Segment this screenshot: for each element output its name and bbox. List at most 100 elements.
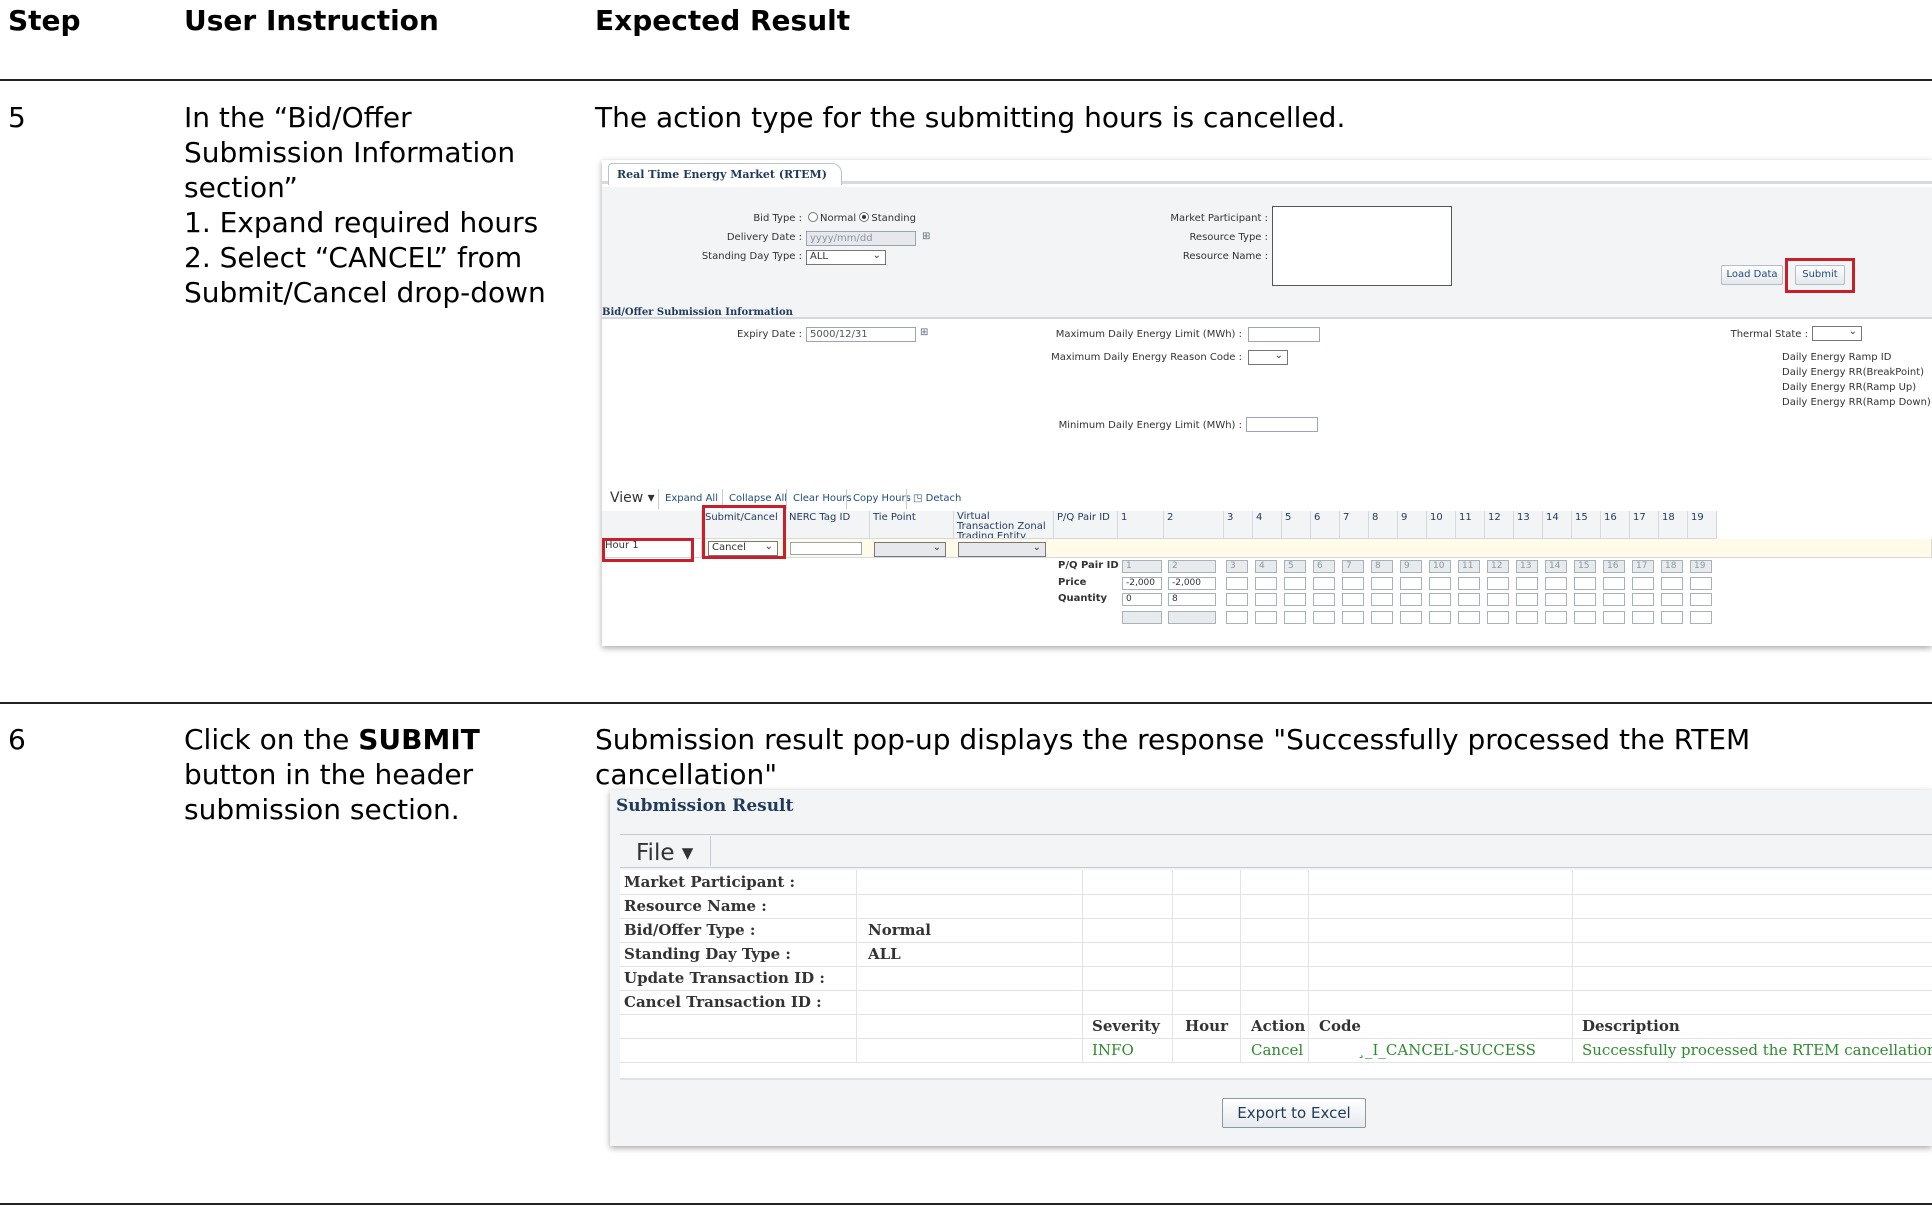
detach-button[interactable]: ◳ Detach [906, 489, 967, 509]
row-divider [620, 894, 1932, 895]
max-energy-limit-input[interactable] [1248, 327, 1320, 342]
load-data-button[interactable]: Load Data [1721, 265, 1783, 285]
calendar-icon[interactable]: ⊞ [922, 231, 936, 243]
row-divider [620, 918, 1932, 919]
empty-hour-cell[interactable] [1400, 593, 1422, 606]
empty-hour-cell[interactable] [1429, 611, 1451, 624]
empty-hour-cell[interactable] [1632, 611, 1654, 624]
empty-hour-cell[interactable] [1661, 593, 1683, 606]
max-energy-reason-select[interactable]: ⌄ [1248, 350, 1288, 365]
pq-pair-id-cell: 11 [1458, 560, 1480, 573]
empty-hour-cell[interactable] [1313, 611, 1335, 624]
empty-hour-cell[interactable] [1313, 593, 1335, 606]
empty-hour-cell[interactable] [1371, 577, 1393, 590]
col-hour-11: 11 [1456, 511, 1485, 539]
standing-day-type-select[interactable]: ALL ⌄ [806, 250, 886, 265]
empty-hour-cell[interactable] [1487, 577, 1509, 590]
empty-hour-cell[interactable] [1690, 593, 1712, 606]
field-label: Market Participant : [624, 873, 796, 891]
empty-hour-cell[interactable] [1603, 611, 1625, 624]
empty-hour-cell[interactable] [1574, 593, 1596, 606]
min-energy-limit-input[interactable] [1246, 417, 1318, 432]
export-to-excel-button[interactable]: Export to Excel [1222, 1098, 1366, 1128]
result-code: ̧_I_CANCEL-SUCCESS [1365, 1041, 1536, 1059]
empty-hour-cell[interactable] [1255, 577, 1277, 590]
empty-hour-cell[interactable] [1574, 577, 1596, 590]
empty-hour-cell[interactable] [1342, 593, 1364, 606]
field-label: Update Transaction ID : [624, 969, 825, 987]
empty-hour-cell[interactable] [1284, 593, 1306, 606]
row-rule [0, 702, 1932, 704]
empty-hour-cell[interactable] [1429, 593, 1451, 606]
empty-hour-cell[interactable] [1603, 577, 1625, 590]
delivery-date-label: Delivery Date : [726, 232, 802, 243]
empty-hour-cell[interactable] [1313, 577, 1335, 590]
col-hour-7: 7 [1340, 511, 1369, 539]
tie-point-select[interactable]: ⌄ [874, 542, 946, 557]
delivery-date-input[interactable]: yyyy/mm/dd [806, 231, 916, 246]
calendar-icon[interactable]: ⊞ [920, 327, 934, 339]
radio-standing[interactable] [859, 212, 870, 222]
price-input[interactable]: -2,000 [1122, 577, 1162, 590]
empty-hour-cell[interactable] [1632, 593, 1654, 606]
empty-hour-cell[interactable] [1516, 593, 1538, 606]
empty-hour-cell[interactable] [1226, 611, 1248, 624]
participant-resource-box[interactable] [1272, 206, 1452, 286]
expiry-date-input[interactable]: 5000/12/31 [806, 327, 916, 342]
empty-hour-cell[interactable] [1603, 593, 1625, 606]
empty-hour-cell[interactable] [1371, 593, 1393, 606]
empty-hour-cell[interactable] [1516, 577, 1538, 590]
col-hour: Hour [1185, 1017, 1228, 1035]
empty-hour-cell[interactable] [1690, 577, 1712, 590]
quantity-input[interactable]: 8 [1168, 593, 1216, 606]
thermal-state-select[interactable]: ⌄ [1812, 326, 1862, 341]
min-energy-limit-label: Minimum Daily Energy Limit (MWh) : [1058, 420, 1242, 431]
header-user-instruction: User Instruction [184, 4, 439, 37]
empty-hour-cell[interactable] [1226, 593, 1248, 606]
empty-hour-cell[interactable] [1632, 577, 1654, 590]
empty-hour-cell[interactable] [1458, 593, 1480, 606]
empty-hour-cell[interactable] [1342, 611, 1364, 624]
chevron-down-icon: ⌄ [932, 542, 941, 553]
empty-hour-cell[interactable] [1226, 577, 1248, 590]
empty-hour-cell[interactable] [1661, 611, 1683, 624]
empty-hour-cell[interactable] [1458, 577, 1480, 590]
row-divider [620, 1062, 1932, 1063]
empty-hour-cell[interactable] [1574, 611, 1596, 624]
empty-hour-cell[interactable] [1545, 593, 1567, 606]
empty-hour-cell[interactable] [1458, 611, 1480, 624]
max-energy-reason-label: Maximum Daily Energy Reason Code : [1051, 352, 1242, 363]
col-hour-8: 8 [1369, 511, 1398, 539]
empty-hour-cell[interactable] [1371, 611, 1393, 624]
empty-hour-cell[interactable] [1400, 577, 1422, 590]
empty-hour-cell[interactable] [1690, 611, 1712, 624]
nerc-tag-input[interactable] [790, 542, 862, 555]
empty-hour-cell[interactable] [1122, 611, 1162, 624]
empty-hour-cell[interactable] [1661, 577, 1683, 590]
radio-normal[interactable] [808, 212, 818, 222]
empty-hour-cell[interactable] [1487, 611, 1509, 624]
hours-grid: Submit/Cancel NERC Tag ID Tie Point Virt… [602, 505, 1932, 646]
empty-hour-cell[interactable] [1545, 611, 1567, 624]
virtual-zonal-select[interactable]: ⌄ [958, 542, 1046, 557]
view-menu[interactable]: View ▾ [610, 490, 655, 506]
empty-hour-cell[interactable] [1516, 611, 1538, 624]
tab-rtem[interactable]: Real Time Energy Market (RTEM) [608, 163, 842, 185]
empty-hour-cell[interactable] [1255, 593, 1277, 606]
empty-hour-cell[interactable] [1168, 611, 1216, 624]
column-divider [1172, 870, 1173, 1062]
empty-hour-cell[interactable] [1487, 593, 1509, 606]
price-input[interactable]: -2,000 [1168, 577, 1216, 590]
empty-hour-cell[interactable] [1342, 577, 1364, 590]
quantity-input[interactable]: 0 [1122, 593, 1162, 606]
ramp-labels: Daily Energy Ramp ID Daily Energy RR(Bre… [1782, 352, 1931, 408]
empty-hour-cell[interactable] [1284, 577, 1306, 590]
chevron-down-icon: ⌄ [1274, 350, 1283, 361]
header-step: Step [8, 4, 81, 37]
empty-hour-cell[interactable] [1255, 611, 1277, 624]
empty-hour-cell[interactable] [1284, 611, 1306, 624]
empty-hour-cell[interactable] [1545, 577, 1567, 590]
file-menu[interactable]: File ▾ [636, 840, 693, 866]
empty-hour-cell[interactable] [1400, 611, 1422, 624]
empty-hour-cell[interactable] [1429, 577, 1451, 590]
